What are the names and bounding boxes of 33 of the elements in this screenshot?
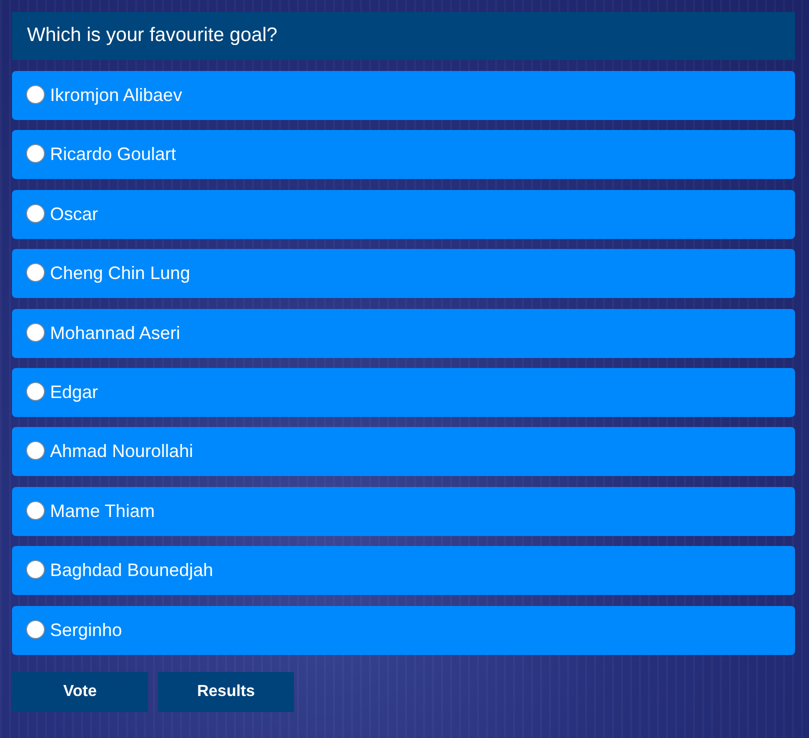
- answer-option[interactable]: Mohannad Aseri: [12, 308, 795, 358]
- radio-button[interactable]: [26, 441, 45, 460]
- answer-option[interactable]: Baghdad Bounedjah: [12, 546, 795, 596]
- answer-option[interactable]: Ikromjon Alibaev: [12, 71, 795, 120]
- answer-option[interactable]: Serginho: [12, 606, 795, 655]
- answer-option[interactable]: Edgar: [12, 368, 795, 417]
- question-title: Which is your favourite goal?: [12, 12, 795, 60]
- option-label: Ikromjon Alibaev: [50, 84, 182, 107]
- radio-button[interactable]: [26, 620, 45, 639]
- radio-button[interactable]: [26, 144, 45, 164]
- answer-option[interactable]: Oscar: [12, 190, 795, 239]
- radio-button[interactable]: [26, 500, 45, 520]
- option-label: Serginho: [50, 618, 122, 642]
- option-label: Ahmad Nourollahi: [50, 440, 194, 464]
- radio-button[interactable]: [26, 560, 45, 580]
- radio-button[interactable]: [26, 322, 45, 342]
- answer-option[interactable]: Mame Thiam: [12, 486, 795, 536]
- option-label: Mame Thiam: [50, 500, 155, 523]
- option-label: Mohannad Aseri: [50, 322, 180, 345]
- vote-button[interactable]: Vote: [12, 672, 148, 712]
- answer-option[interactable]: Cheng Chin Lung: [12, 249, 795, 298]
- answer-option[interactable]: Ahmad Nourollahi: [12, 427, 795, 476]
- radio-button[interactable]: [26, 85, 45, 104]
- option-label: Baghdad Bounedjah: [50, 559, 214, 582]
- option-label: Cheng Chin Lung: [50, 262, 190, 286]
- radio-button[interactable]: [26, 204, 45, 223]
- option-label: Oscar: [50, 202, 98, 226]
- radio-button[interactable]: [26, 263, 45, 282]
- radio-button[interactable]: [26, 382, 45, 401]
- results-button[interactable]: Results: [158, 672, 294, 712]
- answer-option[interactable]: Ricardo Goulart: [12, 130, 795, 180]
- option-label: Ricardo Goulart: [50, 143, 176, 166]
- option-label: Edgar: [50, 380, 98, 404]
